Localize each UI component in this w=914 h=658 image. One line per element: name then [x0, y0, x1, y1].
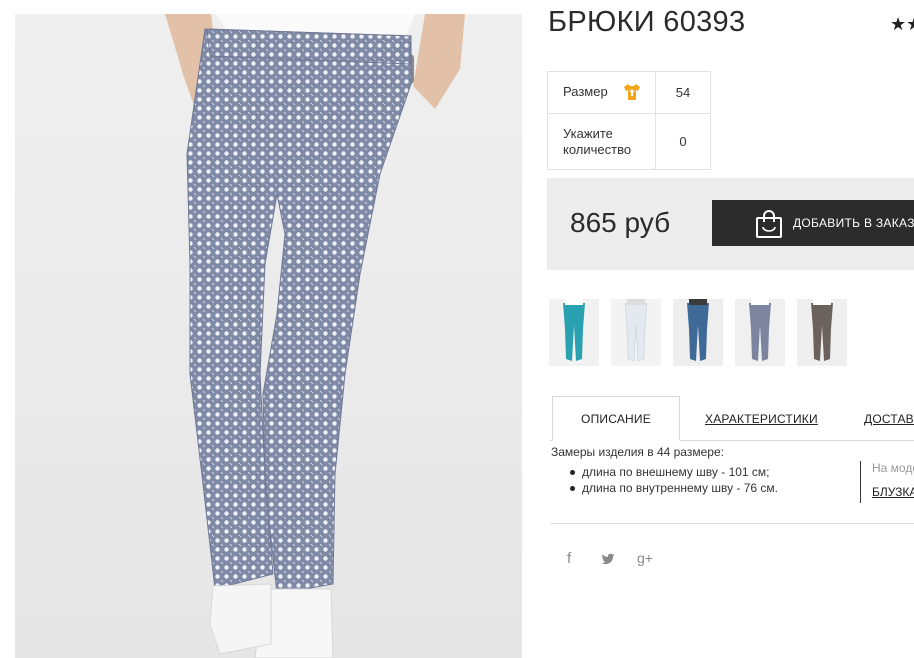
description-heading: Замеры изделия в 44 размере: [551, 445, 724, 459]
thumbnail-denim-blue[interactable] [673, 299, 723, 366]
size-row: Размер 54 [548, 72, 710, 114]
quantity-label-line2: количество [563, 142, 632, 157]
add-to-order-label: ДОБАВИТЬ В ЗАКАЗ [793, 216, 914, 230]
size-value[interactable]: 54 [656, 72, 710, 113]
thumbnail-turquoise[interactable] [549, 299, 599, 366]
main-product-photo[interactable] [15, 14, 522, 658]
list-item: длина по внешнему шву - 101 см; [568, 464, 778, 480]
google-plus-icon[interactable]: g+ [637, 550, 653, 566]
model-item-link[interactable]: БЛУЗКА [872, 485, 914, 499]
model-info: На модели БЛУЗКА [860, 461, 914, 503]
product-options-table: Размер 54 Укажите количество 0 [547, 71, 711, 170]
quantity-row: Укажите количество 0 [548, 114, 710, 169]
share-divider [550, 523, 914, 524]
facebook-icon[interactable]: f [567, 550, 571, 567]
tab-delivery[interactable]: ДОСТАВКА [864, 412, 914, 426]
twitter-icon[interactable] [601, 550, 615, 570]
list-item: длина по внутреннему шву - 76 см. [568, 480, 778, 496]
thumbnail-brown-print[interactable] [797, 299, 847, 366]
thumbnail-white[interactable] [611, 299, 661, 366]
add-to-order-button[interactable]: ДОБАВИТЬ В ЗАКАЗ [712, 200, 914, 246]
product-title: БРЮКИ 60393 [548, 6, 746, 38]
rating-stars[interactable]: ★★ [890, 14, 914, 35]
tshirt-icon[interactable] [622, 82, 642, 107]
model-note: На модели [872, 461, 914, 475]
thumbnail-grey-print[interactable] [735, 299, 785, 366]
size-label: Размер [563, 84, 608, 99]
trousers-image [15, 14, 522, 658]
quantity-label-line1: Укажите [563, 126, 613, 141]
quantity-input[interactable]: 0 [656, 114, 710, 169]
tab-characteristics[interactable]: ХАРАКТЕРИСТИКИ [705, 412, 818, 426]
price: 865 руб [570, 207, 671, 238]
shopping-bag-icon [755, 209, 783, 244]
tab-description[interactable]: ОПИСАНИЕ [552, 396, 680, 441]
measurements-list: длина по внешнему шву - 101 см; длина по… [568, 464, 778, 496]
